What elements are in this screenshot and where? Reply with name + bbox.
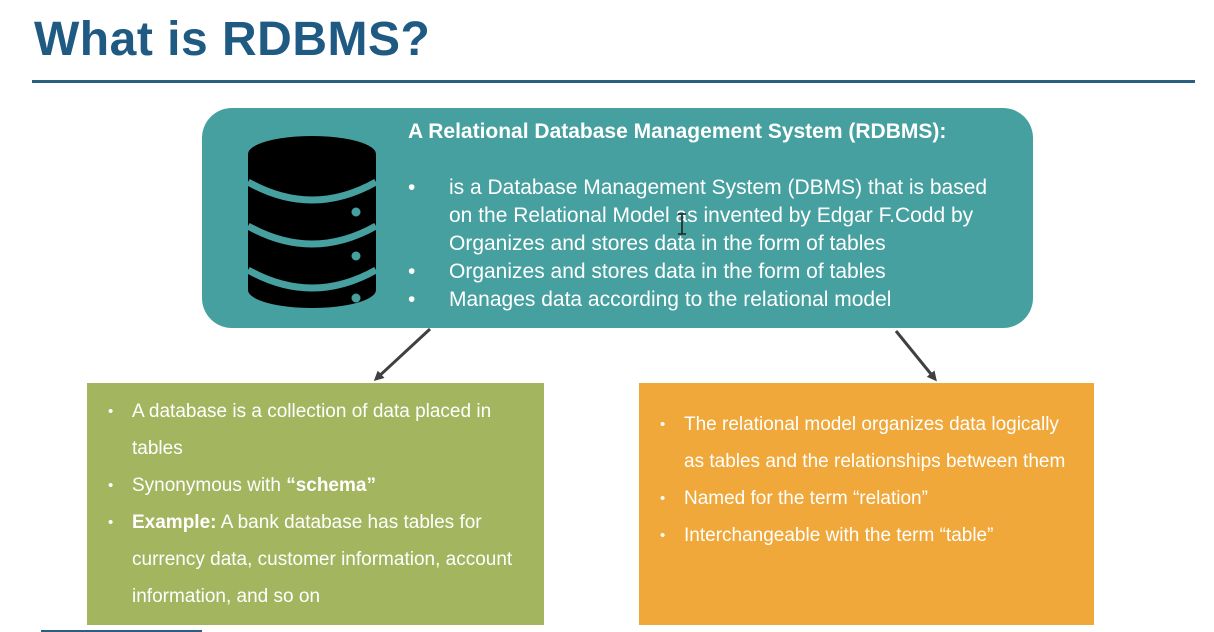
arrow-right xyxy=(894,330,937,382)
list-item: • Interchangeable with the term “table” xyxy=(660,517,1080,554)
arrow-left xyxy=(373,327,432,382)
bullet-icon: • xyxy=(108,403,114,420)
list-item: • A database is a collection of data pla… xyxy=(108,393,528,467)
database-card-list: • A database is a collection of data pla… xyxy=(108,393,528,615)
card-bullet: Named for the term “relation” xyxy=(684,488,928,509)
list-item: • Named for the term “relation” xyxy=(660,480,1080,517)
bullet-icon: • xyxy=(108,477,114,494)
card-bullet: The relational model organizes data logi… xyxy=(684,414,1066,472)
bullet-icon: • xyxy=(108,514,114,531)
list-item: • Synonymous with “schema” xyxy=(108,467,528,504)
database-card: • A database is a collection of data pla… xyxy=(87,383,544,625)
text-cursor-icon xyxy=(678,213,686,235)
example-label: Example: xyxy=(132,512,217,533)
list-item: • Example: A bank database has tables fo… xyxy=(108,504,528,615)
bullet-icon: • xyxy=(660,416,666,433)
list-item: • The relational model organizes data lo… xyxy=(660,406,1080,480)
schema-term: “schema” xyxy=(286,475,376,496)
card-bullet-prefix: Synonymous with xyxy=(132,475,287,496)
card-bullet: A database is a collection of data place… xyxy=(132,401,492,459)
bullet-icon: • xyxy=(660,490,666,507)
card-bullet: Interchangeable with the term “table” xyxy=(684,525,994,546)
relational-model-card: • The relational model organizes data lo… xyxy=(639,383,1094,625)
relational-model-list: • The relational model organizes data lo… xyxy=(660,406,1080,554)
bullet-icon: • xyxy=(660,527,666,544)
